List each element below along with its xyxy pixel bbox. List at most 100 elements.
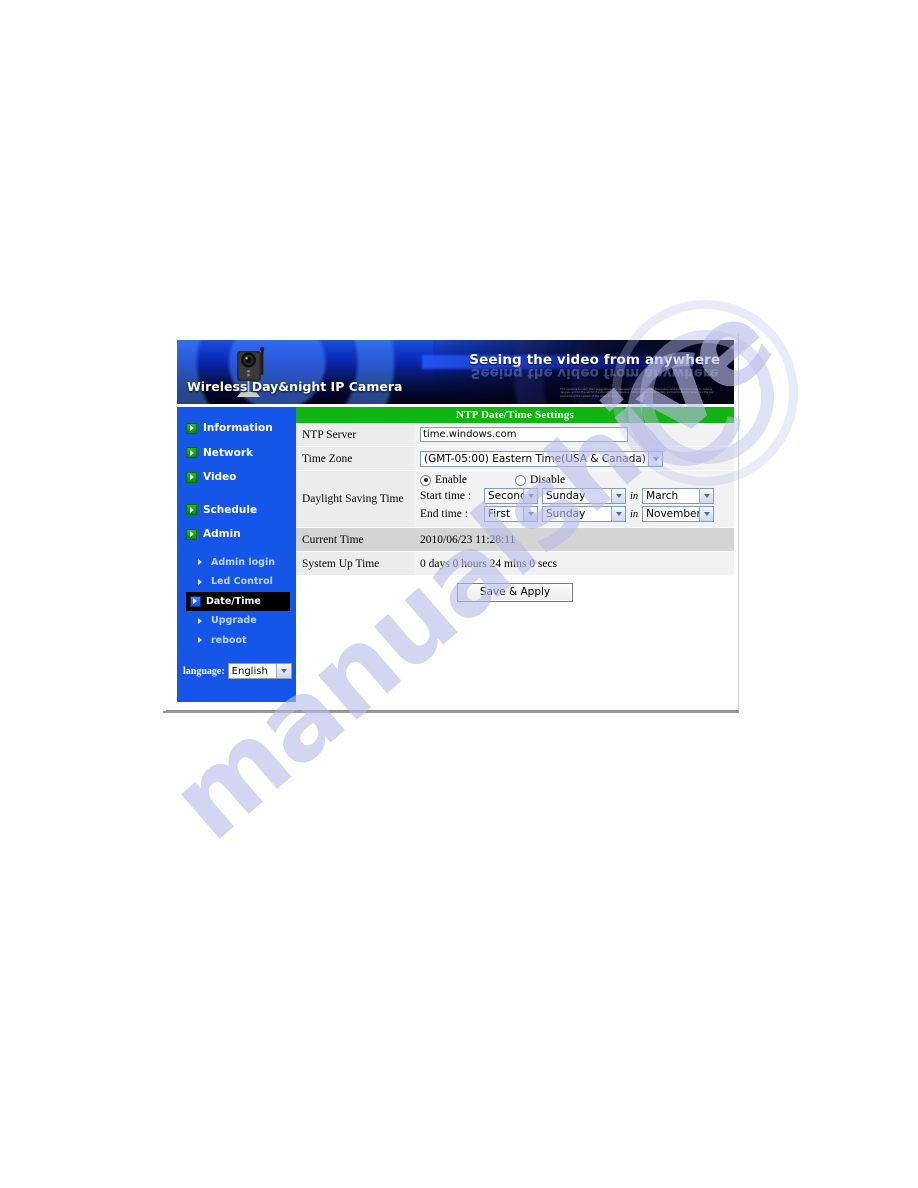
page-bottom-rule <box>163 711 739 713</box>
action-bar: Save & Apply <box>296 576 734 602</box>
triangle-bullet-icon <box>198 578 206 585</box>
dst-disable-label: Disable <box>529 474 566 486</box>
chevron-down-icon <box>275 664 291 678</box>
dst-end-caption: End time : <box>420 508 468 520</box>
sidebar-subitem-reboot[interactable]: reboot <box>177 631 296 651</box>
chevron-down-icon <box>523 489 537 503</box>
dst-start-day-value: Sunday <box>546 490 586 502</box>
main-panel: NTP Date/Time Settings NTP Server time.w… <box>296 407 734 702</box>
arrow-bullet-active-icon <box>190 595 201 607</box>
sidebar-item-label: Schedule <box>203 503 258 516</box>
sidebar-subitem-date-time[interactable]: Date/Time <box>186 591 290 611</box>
chevron-down-icon <box>699 507 714 521</box>
dst-end-week-value: First <box>488 508 511 520</box>
banner-headline-reflection: Seeing the video from anywhere <box>470 365 719 381</box>
banner-product-name: Wireless Day&night IP Camera <box>187 379 403 394</box>
browser-page-frame: Seeing the video from anywhere Seeing th… <box>166 333 739 712</box>
dst-end-day-value: Sunday <box>546 508 586 520</box>
row-daylight-saving: Daylight Saving Time Enable Disable Star… <box>296 471 734 528</box>
system-up-time-value: 0 days 0 hours 24 mins 0 secs <box>414 552 734 575</box>
sidebar-item-schedule[interactable]: Schedule <box>177 498 296 523</box>
dst-end-in-label: in <box>630 508 639 520</box>
green-arrow-icon <box>186 504 197 516</box>
dst-end-time-row: End time : First Sunday in November <box>420 506 715 522</box>
ntp-server-input[interactable]: time.windows.com <box>420 427 628 442</box>
sidebar-subitem-admin-login[interactable]: Admin login <box>177 553 296 573</box>
language-select-value: English <box>231 665 268 677</box>
row-time-zone: Time Zone (GMT-05:00) Eastern Time(USA &… <box>296 447 734 471</box>
green-arrow-icon <box>186 422 197 434</box>
chevron-down-icon <box>611 489 625 503</box>
system-up-time-label: System Up Time <box>296 552 414 575</box>
sidebar-item-information[interactable]: Information <box>177 416 296 441</box>
green-arrow-icon <box>186 528 197 540</box>
section-title-bar: NTP Date/Time Settings <box>296 407 734 423</box>
daylight-saving-value-cell: Enable Disable Start time : Second Sunda… <box>414 471 734 527</box>
banner-blurb-text: The sunshine to learn their suggestions,… <box>560 387 714 398</box>
dst-start-time-row: Start time : Second Sunday in March <box>420 488 715 504</box>
dst-end-week-select[interactable]: First <box>484 506 538 522</box>
dst-start-day-select[interactable]: Sunday <box>542 488 626 504</box>
chevron-down-icon <box>523 507 537 521</box>
dst-enable-radio[interactable] <box>420 474 431 486</box>
sidebar-item-video[interactable]: Video <box>177 465 296 490</box>
sidebar-subitem-label: Upgrade <box>211 615 257 627</box>
language-label: language: <box>183 665 225 677</box>
sidebar-subitem-label: Date/Time <box>206 595 261 607</box>
green-arrow-icon <box>186 471 197 483</box>
time-zone-value-cell: (GMT-05:00) Eastern Time(USA & Canada) <box>414 447 734 470</box>
time-zone-select-value: (GMT-05:00) Eastern Time(USA & Canada) <box>424 452 646 465</box>
sidebar-main-nav: Information Network Video Schedule Admin <box>177 407 296 547</box>
language-selector-row: language: English <box>177 663 296 679</box>
page-inner: Seeing the video from anywhere Seeing th… <box>171 337 734 705</box>
sidebar-item-label: Video <box>203 471 237 484</box>
sidebar-subitem-label: Admin login <box>211 556 275 568</box>
sidebar-item-admin[interactable]: Admin <box>177 522 296 547</box>
dst-mode-radio-group: Enable Disable <box>420 474 565 486</box>
sidebar-item-network[interactable]: Network <box>177 441 296 466</box>
sidebar-item-label: Network <box>203 446 254 459</box>
ntp-server-value-cell: time.windows.com <box>414 423 734 446</box>
dst-start-month-select[interactable]: March <box>642 488 715 504</box>
current-time-value: 2010/06/23 11:28:11 <box>414 528 734 551</box>
sidebar-item-label: Information <box>203 422 273 435</box>
triangle-bullet-icon <box>198 617 206 624</box>
language-select[interactable]: English <box>227 663 292 679</box>
page-body: Information Network Video Schedule Admin… <box>177 407 734 702</box>
triangle-bullet-icon <box>198 637 206 644</box>
sidebar-admin-submenu: Admin login Led Control Date/Time Upgrad… <box>177 553 296 651</box>
chevron-down-icon <box>648 451 662 466</box>
dst-disable-radio[interactable] <box>514 474 526 486</box>
sidebar-item-label: Admin <box>203 528 241 541</box>
dst-end-month-value: November <box>646 508 701 520</box>
sidebar-subitem-label: reboot <box>211 634 247 646</box>
dst-start-caption: Start time : <box>420 490 472 502</box>
dst-end-month-select[interactable]: November <box>642 506 715 522</box>
current-time-label: Current Time <box>296 528 414 551</box>
green-arrow-icon <box>186 447 197 459</box>
dst-start-in-label: in <box>630 490 639 502</box>
row-ntp-server: NTP Server time.windows.com <box>296 423 734 447</box>
ntp-server-label: NTP Server <box>296 423 414 446</box>
dst-start-month-value: March <box>646 490 679 502</box>
row-system-up-time: System Up Time 0 days 0 hours 24 mins 0 … <box>296 552 734 576</box>
sidebar-subitem-led-control[interactable]: Led Control <box>177 572 296 592</box>
dst-start-week-select[interactable]: Second <box>484 488 538 504</box>
time-zone-label: Time Zone <box>296 447 414 470</box>
site-banner: Seeing the video from anywhere Seeing th… <box>177 340 734 404</box>
dst-start-week-value: Second <box>488 490 527 502</box>
save-apply-button[interactable]: Save & Apply <box>456 583 574 602</box>
chevron-down-icon <box>611 507 625 521</box>
time-zone-select[interactable]: (GMT-05:00) Eastern Time(USA & Canada) <box>420 450 663 467</box>
row-current-time: Current Time 2010/06/23 11:28:11 <box>296 528 734 552</box>
daylight-saving-label: Daylight Saving Time <box>296 471 414 527</box>
dst-end-day-select[interactable]: Sunday <box>542 506 626 522</box>
sidebar-subitem-label: Led Control <box>211 576 273 588</box>
sidebar: Information Network Video Schedule Admin… <box>177 407 296 702</box>
dst-enable-label: Enable <box>435 474 467 486</box>
sidebar-subitem-upgrade[interactable]: Upgrade <box>177 611 296 631</box>
ip-camera-icon <box>237 347 265 397</box>
triangle-bullet-icon <box>198 559 206 566</box>
chevron-down-icon <box>699 489 714 503</box>
